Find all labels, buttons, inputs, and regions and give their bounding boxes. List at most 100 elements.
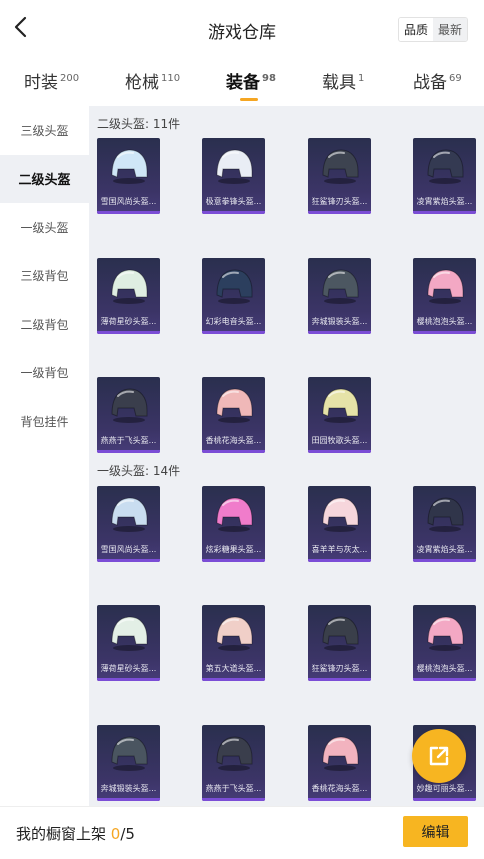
item-name: 樱桃泡泡头盔...	[416, 664, 473, 673]
helmet-icon	[308, 486, 371, 542]
share-button[interactable]	[412, 729, 466, 783]
sidebar-item-level3-backpack[interactable]: 三级背包	[0, 252, 89, 301]
tab-guns[interactable]: 枪械 110	[125, 68, 180, 93]
item-card[interactable]: 燕燕于飞头盔...	[97, 377, 160, 453]
item-card[interactable]: 樱桃泡泡头盔...	[413, 258, 476, 334]
helmet-icon	[202, 138, 265, 194]
item-card[interactable]: 奔城锻装头盔...	[97, 725, 160, 801]
item-name: 雪国风尚头盔...	[100, 545, 157, 554]
bottom-bar: 我的橱窗上架 0/5 编辑	[0, 806, 484, 859]
sidebar-item-level1-backpack[interactable]: 一级背包	[0, 349, 89, 398]
sidebar-item-level1-helmet[interactable]: 一级头盔	[0, 203, 89, 252]
rarity-bar	[202, 211, 265, 214]
item-card[interactable]: 奔城锻装头盔...	[308, 258, 371, 334]
sort-quality-button[interactable]: 品质	[398, 18, 433, 41]
tab-fashion[interactable]: 时装 200	[24, 68, 79, 93]
tab-label: 时装	[24, 73, 58, 93]
rarity-bar	[308, 450, 371, 453]
rarity-bar	[97, 211, 160, 214]
item-card[interactable]: 极意拳锋头盔...	[202, 138, 265, 214]
helmet-icon	[202, 725, 265, 781]
rarity-bar	[97, 331, 160, 334]
item-card[interactable]: 第五大道头盔...	[202, 605, 265, 681]
helmet-icon	[202, 605, 265, 661]
item-card[interactable]: 薄荷星砂头盔...	[97, 258, 160, 334]
item-card[interactable]: 凌霄紫焰头盔...	[413, 486, 476, 562]
item-name: 凌霄紫焰头盔...	[416, 197, 473, 206]
item-name: 田园牧歌头盔...	[311, 436, 368, 445]
tab-label: 载具	[322, 73, 356, 93]
tab-active-indicator	[240, 98, 258, 101]
rarity-bar	[202, 331, 265, 334]
sort-toggle: 品质 最新	[397, 17, 468, 42]
helmet-icon	[97, 138, 160, 194]
item-name: 薄荷星砂头盔...	[100, 317, 157, 326]
rarity-bar	[308, 211, 371, 214]
tab-label: 枪械	[125, 73, 159, 93]
showcase-total: /5	[120, 825, 135, 843]
helmet-icon	[413, 605, 476, 661]
item-card[interactable]: 炫彩糖果头盔...	[202, 486, 265, 562]
helmet-icon	[97, 725, 160, 781]
sidebar-item-level2-backpack[interactable]: 二级背包	[0, 300, 89, 349]
rarity-bar	[202, 450, 265, 453]
item-card[interactable]: 香桃花海头盔...	[308, 725, 371, 801]
rarity-bar	[202, 559, 265, 562]
item-name: 妙趣可丽头盔...	[416, 784, 473, 793]
showcase-count: 0	[110, 825, 121, 843]
tab-supplies[interactable]: 战备 69	[413, 68, 462, 93]
item-name: 第五大道头盔...	[205, 664, 262, 673]
tab-count: 69	[449, 73, 462, 84]
item-name: 樱桃泡泡头盔...	[416, 317, 473, 326]
item-card[interactable]: 雪国风尚头盔...	[97, 138, 160, 214]
share-icon	[429, 746, 449, 766]
item-name: 凌霄紫焰头盔...	[416, 545, 473, 554]
item-card[interactable]: 喜羊羊与灰太...	[308, 486, 371, 562]
helmet-icon	[308, 258, 371, 314]
rarity-bar	[413, 559, 476, 562]
rarity-bar	[413, 678, 476, 681]
item-card[interactable]: 田园牧歌头盔...	[308, 377, 371, 453]
item-name: 狂鲨锋刃头盔...	[311, 197, 368, 206]
item-card[interactable]: 香桃花海头盔...	[202, 377, 265, 453]
rarity-bar	[97, 450, 160, 453]
tab-count: 1	[358, 73, 365, 84]
sidebar-item-level3-helmet[interactable]: 三级头盔	[0, 106, 89, 155]
tab-equipment[interactable]: 装备 98	[226, 68, 276, 101]
item-name: 幻彩电音头盔...	[205, 317, 262, 326]
rarity-bar	[202, 678, 265, 681]
category-tabs: 时装 200 枪械 110 装备 98 载具 1 战备 69	[0, 64, 484, 104]
tab-count: 200	[60, 73, 80, 84]
helmet-icon	[97, 605, 160, 661]
helmet-icon	[202, 258, 265, 314]
item-name: 狂鲨锋刃头盔...	[311, 664, 368, 673]
helmet-icon	[97, 486, 160, 542]
sort-latest-button[interactable]: 最新	[432, 18, 467, 41]
helmet-icon	[97, 258, 160, 314]
sidebar-item-level2-helmet[interactable]: 二级头盔	[0, 154, 89, 203]
rarity-bar	[308, 798, 371, 801]
helmet-icon	[413, 258, 476, 314]
helmet-icon	[308, 725, 371, 781]
sidebar-item-backpack-pendant[interactable]: 背包挂件	[0, 397, 89, 446]
rarity-bar	[413, 331, 476, 334]
item-card[interactable]: 狂鲨锋刃头盔...	[308, 138, 371, 214]
showcase-status: 我的橱窗上架 0/5	[16, 823, 135, 844]
helmet-icon	[308, 605, 371, 661]
item-name: 香桃花海头盔...	[205, 436, 262, 445]
rarity-bar	[97, 678, 160, 681]
edit-button[interactable]: 编辑	[403, 816, 468, 847]
item-name: 炫彩糖果头盔...	[205, 545, 262, 554]
item-card[interactable]: 樱桃泡泡头盔...	[413, 605, 476, 681]
item-card[interactable]: 燕燕于飞头盔...	[202, 725, 265, 801]
item-card[interactable]: 幻彩电音头盔...	[202, 258, 265, 334]
item-card[interactable]: 薄荷星砂头盔...	[97, 605, 160, 681]
helmet-icon	[413, 138, 476, 194]
helmet-icon	[308, 377, 371, 433]
helmet-icon	[308, 138, 371, 194]
item-card[interactable]: 雪国风尚头盔...	[97, 486, 160, 562]
item-name: 香桃花海头盔...	[311, 784, 368, 793]
tab-vehicles[interactable]: 载具 1	[322, 68, 364, 93]
item-card[interactable]: 狂鲨锋刃头盔...	[308, 605, 371, 681]
item-card[interactable]: 凌霄紫焰头盔...	[413, 138, 476, 214]
